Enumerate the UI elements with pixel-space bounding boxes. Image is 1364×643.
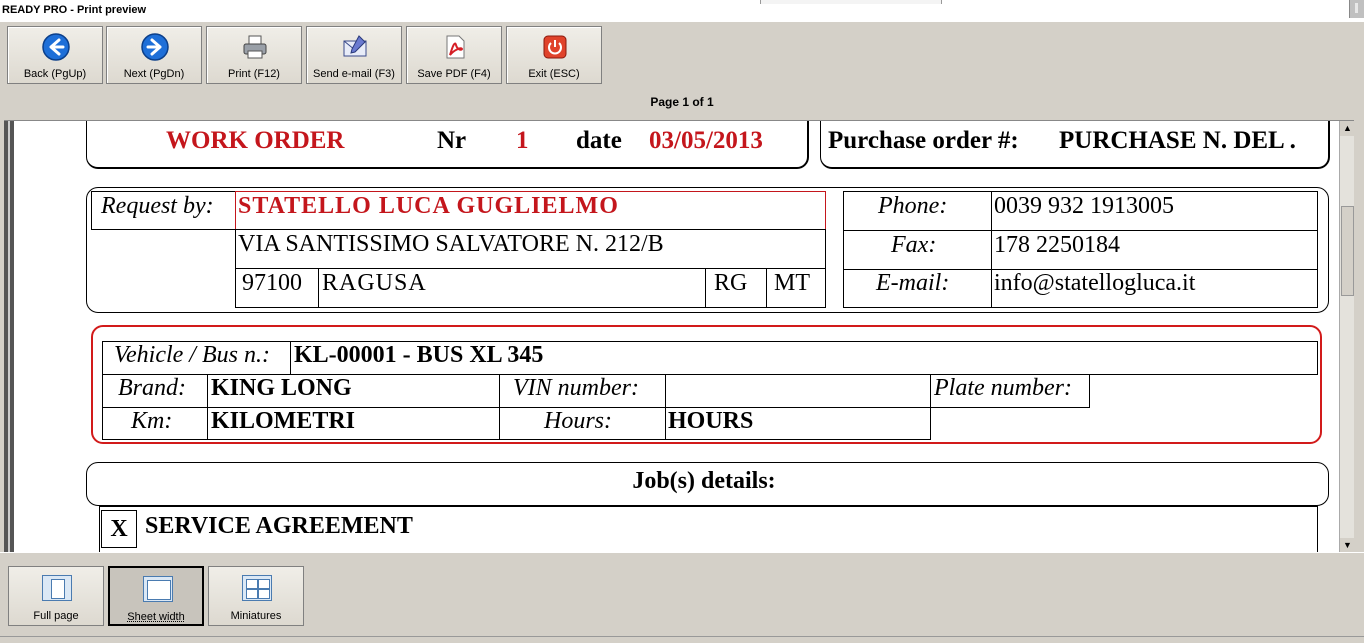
- brand-value: KING LONG: [211, 375, 352, 401]
- phone-value: 0039 932 1913005: [994, 193, 1174, 219]
- toolbar: Back (PgUp) Next (PgDn) Print (F12) Send…: [0, 22, 1364, 117]
- full-page-button[interactable]: Full page: [8, 566, 104, 626]
- customer-zip: 97100: [242, 270, 302, 296]
- send-email-button[interactable]: Send e-mail (F3): [306, 26, 402, 84]
- next-button[interactable]: Next (PgDn): [106, 26, 202, 84]
- brand-label: Brand:: [118, 375, 186, 401]
- fax-value: 178 2250184: [994, 232, 1120, 258]
- scroll-thumb[interactable]: [1341, 206, 1354, 296]
- vehicle-row: [102, 341, 1318, 375]
- title-bar: READY PRO - Print preview: [0, 0, 1364, 22]
- date-label: date: [576, 127, 622, 154]
- request-label: Request by:: [101, 193, 214, 219]
- sheet-width-icon: [143, 576, 173, 602]
- full-page-label: Full page: [33, 610, 79, 622]
- city-divider: [705, 268, 706, 308]
- preview-viewport[interactable]: WORK ORDER Nr 1 date 03/05/2013 Purchase…: [4, 120, 1354, 553]
- email-value: info@statellogluca.it: [994, 270, 1196, 296]
- miniatures-icon: [242, 575, 272, 601]
- customer-name: STATELLO LUCA GUGLIELMO: [238, 193, 619, 219]
- scroll-up-icon[interactable]: ▲: [1340, 121, 1354, 136]
- save-pdf-label: Save PDF (F4): [417, 68, 491, 80]
- miniatures-label: Miniatures: [230, 610, 282, 622]
- po-value: PURCHASE N. DEL .: [1059, 127, 1296, 154]
- window-title: READY PRO - Print preview: [2, 4, 147, 16]
- title-bar-tab: [760, 0, 942, 4]
- printer-icon: [243, 35, 267, 59]
- power-icon: [543, 35, 567, 59]
- window-control-button[interactable]: [1349, 0, 1364, 18]
- exit-button[interactable]: Exit (ESC): [506, 26, 602, 84]
- arrow-right-icon: [141, 33, 169, 61]
- sheet-width-label: Sheet width: [127, 611, 185, 623]
- next-label: Next (PgDn): [123, 68, 185, 80]
- work-order-title: WORK ORDER: [166, 127, 345, 154]
- contacts-col-divider: [991, 191, 992, 308]
- fax-label: Fax:: [891, 232, 937, 258]
- send-email-label: Send e-mail (F3): [313, 68, 395, 80]
- print-button[interactable]: Print (F12): [206, 26, 302, 84]
- arrow-left-icon: [42, 33, 70, 61]
- km-label: Km:: [131, 408, 173, 434]
- customer-province: RG: [714, 270, 748, 296]
- exit-label: Exit (ESC): [528, 68, 580, 80]
- save-pdf-button[interactable]: Save PDF (F4): [406, 26, 502, 84]
- back-label: Back (PgUp): [23, 68, 87, 80]
- contacts-row-divider-1: [843, 230, 1318, 231]
- hours-value: HOURS: [668, 408, 754, 434]
- vehicle-divider: [290, 341, 291, 375]
- view-mode-bar: Full page Sheet width Miniatures: [0, 552, 1364, 643]
- customer-country: MT: [774, 270, 810, 296]
- pdf-icon: [446, 35, 465, 59]
- job-item-label: SERVICE AGREEMENT: [145, 513, 413, 539]
- po-label: Purchase order #:: [828, 127, 1019, 154]
- email-label: E-mail:: [876, 270, 950, 296]
- back-button[interactable]: Back (PgUp): [7, 26, 103, 84]
- job-checkbox: X: [101, 510, 137, 548]
- jobs-title: Job(s) details:: [632, 468, 776, 494]
- sheet-width-button[interactable]: Sheet width: [108, 566, 204, 626]
- vin-label: VIN number:: [513, 375, 639, 401]
- nr-label: Nr: [437, 127, 467, 154]
- scroll-down-icon[interactable]: ▼: [1340, 538, 1354, 553]
- province-divider: [766, 268, 767, 308]
- print-label: Print (F12): [228, 68, 280, 80]
- nr-value: 1: [516, 127, 529, 154]
- full-page-icon: [42, 575, 72, 601]
- vehicle-label: Vehicle / Bus n.:: [114, 342, 270, 368]
- customer-city: RAGUSA: [322, 270, 427, 296]
- vehicle-value: KL-00001 - BUS XL 345: [294, 342, 544, 368]
- date-value: 03/05/2013: [649, 127, 763, 154]
- customer-address: VIA SANTISSIMO SALVATORE N. 212/B: [238, 231, 664, 257]
- envelope-icon: [343, 35, 367, 57]
- hours-label: Hours:: [544, 408, 613, 434]
- km-value: KILOMETRI: [211, 408, 356, 434]
- zip-divider: [318, 268, 319, 308]
- vertical-scrollbar[interactable]: ▲ ▼: [1339, 121, 1354, 553]
- plate-label: Plate number:: [934, 375, 1072, 401]
- page-indicator: Page 1 of 1: [650, 95, 714, 109]
- phone-label: Phone:: [878, 193, 948, 219]
- miniatures-button[interactable]: Miniatures: [208, 566, 304, 626]
